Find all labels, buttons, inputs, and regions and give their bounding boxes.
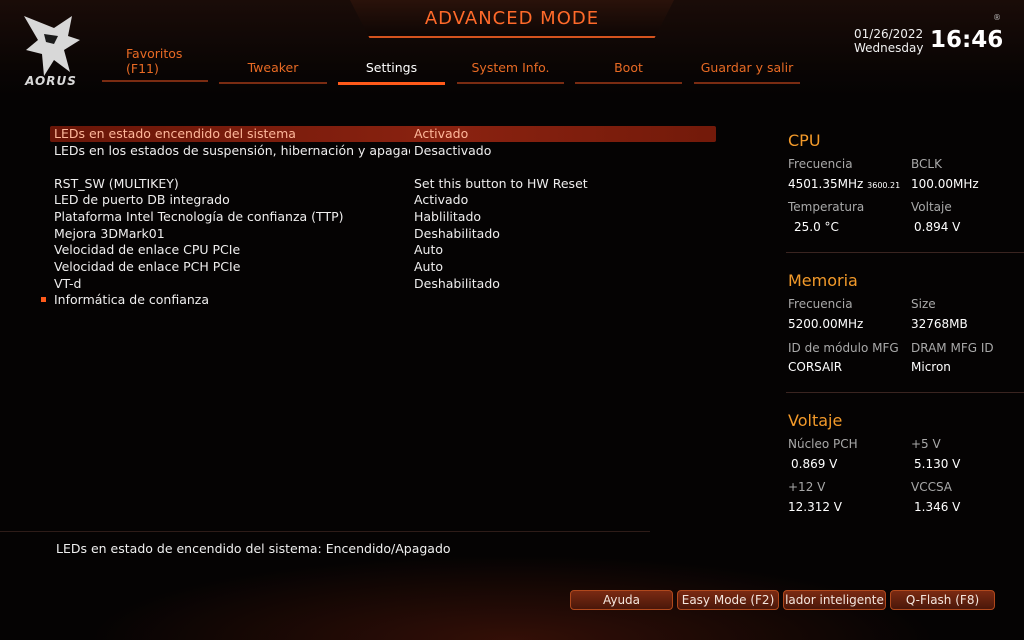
tab-save-exit[interactable]: Guardar y salir — [694, 60, 800, 84]
mode-title: ADVANCED MODE — [424, 8, 600, 29]
tab-tweaker[interactable]: Tweaker — [219, 60, 327, 84]
setting-value[interactable]: Deshabilitado — [414, 226, 500, 242]
setting-row-rst-sw[interactable]: RST_SW (MULTIKEY) Set this button to HW … — [50, 176, 716, 192]
cpu-voltage-value: 0.894 V — [914, 220, 961, 234]
setting-label: Velocidad de enlace PCH PCIe — [54, 259, 241, 274]
setting-value[interactable]: Hablilitado — [414, 209, 481, 225]
cpu-frequency-value: 4501.35MHz 3600.21 — [788, 177, 900, 191]
help-button[interactable]: Ayuda — [570, 590, 673, 610]
cpu-frequency-sub: 3600.21 — [867, 181, 901, 190]
vccsa-label: VCCSA — [911, 480, 953, 494]
weekday: Wednesday — [854, 41, 924, 55]
setting-value[interactable]: Set this button to HW Reset — [414, 176, 588, 192]
plus12v-value: 12.312 V — [788, 500, 843, 514]
cpu-voltage-label: Voltaje — [911, 200, 952, 214]
tab-settings[interactable]: Settings — [338, 60, 445, 85]
setting-row-pch-pcie-speed[interactable]: Velocidad de enlace PCH PCIe Auto — [50, 259, 716, 275]
setting-label: VT-d — [54, 276, 82, 291]
dram-mfg-id-value: Micron — [911, 360, 951, 374]
setting-value[interactable]: Auto — [414, 259, 443, 275]
setting-label: RST_SW (MULTIKEY) — [54, 176, 179, 191]
setting-row-system-power-leds[interactable]: LEDs en estado encendido del sistema Act… — [50, 126, 716, 142]
cpu-temperature-value: 25.0 °C — [794, 220, 839, 234]
plus12v-label: +12 V — [788, 480, 826, 494]
clock: 16:46 — [930, 27, 1004, 53]
setting-row-3dmark01[interactable]: Mejora 3DMark01 Deshabilitado — [50, 226, 716, 242]
memory-module-id-label: ID de módulo MFG — [788, 341, 899, 355]
help-description: LEDs en estado de encendido del sistema:… — [56, 541, 451, 556]
submenu-bullet-icon — [41, 297, 46, 302]
setting-value[interactable]: Activado — [414, 126, 468, 142]
cpu-frequency-main: 4501.35MHz — [788, 177, 864, 191]
memory-size-label: Size — [911, 297, 936, 311]
setting-row-sleep-leds[interactable]: LEDs en los estados de suspensión, hiber… — [50, 143, 716, 159]
dram-mfg-id-label: DRAM MFG ID — [911, 341, 994, 355]
tab-boot[interactable]: Boot — [575, 60, 682, 84]
tab-favoritos[interactable]: Favoritos (F11) — [102, 46, 208, 82]
voltage-heading: Voltaje — [788, 411, 843, 430]
cpu-frequency-label: Frecuencia — [788, 157, 853, 171]
panel-divider — [786, 392, 1024, 393]
setting-row-intel-ttp[interactable]: Plataforma Intel Tecnología de confianza… — [50, 209, 716, 225]
cpu-bclk-value: 100.00MHz — [911, 177, 979, 191]
memory-frequency-label: Frecuencia — [788, 297, 853, 311]
easy-mode-button[interactable]: Easy Mode (F2) — [677, 590, 779, 610]
setting-row-cpu-pcie-speed[interactable]: Velocidad de enlace CPU PCIe Auto — [50, 242, 716, 258]
setting-label: Velocidad de enlace CPU PCIe — [54, 242, 241, 257]
pch-core-label: Núcleo PCH — [788, 437, 858, 451]
cpu-bclk-label: BCLK — [911, 157, 942, 171]
setting-row-vt-d[interactable]: VT-d Deshabilitado — [50, 276, 716, 292]
qflash-button[interactable]: Q-Flash (F8) — [890, 590, 995, 610]
panel-divider — [786, 252, 1024, 253]
pch-core-value: 0.869 V — [791, 457, 838, 471]
plus5v-value: 5.130 V — [914, 457, 961, 471]
setting-row-db-port-led[interactable]: LED de puerto DB integrado Activado — [50, 192, 716, 208]
vccsa-value: 1.346 V — [914, 500, 961, 514]
setting-value[interactable]: Desactivado — [414, 143, 491, 159]
memory-module-id-value: CORSAIR — [788, 360, 843, 374]
tab-favoritos-label: Favoritos — [126, 46, 183, 61]
setting-label: LEDs en los estados de suspensión, hiber… — [54, 143, 410, 158]
setting-value[interactable]: Auto — [414, 242, 443, 258]
memory-size-value: 32768MB — [911, 317, 968, 331]
aorus-logo-text: AORUS — [25, 74, 77, 88]
setting-label: LEDs en estado encendido del sistema — [54, 126, 296, 141]
setting-label: Informática de confianza — [54, 292, 210, 307]
memory-heading: Memoria — [788, 271, 858, 290]
submenu-trusted-computing[interactable]: Informática de confianza — [50, 292, 716, 308]
registered-mark: ® — [993, 13, 1001, 22]
memory-frequency-value: 5200.00MHz — [788, 317, 864, 331]
cpu-temperature-label: Temperatura — [788, 200, 865, 214]
setting-value[interactable]: Deshabilitado — [414, 276, 500, 292]
plus5v-label: +5 V — [911, 437, 941, 451]
setting-label: Plataforma Intel Tecnología de confianza… — [54, 209, 344, 224]
smart-fan-button[interactable]: lador inteligente — [783, 590, 886, 610]
setting-value[interactable]: Activado — [414, 192, 468, 208]
tab-system-info[interactable]: System Info. — [457, 60, 564, 84]
cpu-heading: CPU — [788, 131, 821, 150]
tab-favoritos-shortcut: (F11) — [126, 61, 159, 76]
date: 01/26/2022 — [854, 27, 924, 41]
setting-label: LED de puerto DB integrado — [54, 192, 230, 207]
setting-label: Mejora 3DMark01 — [54, 226, 165, 241]
help-divider — [0, 531, 650, 532]
